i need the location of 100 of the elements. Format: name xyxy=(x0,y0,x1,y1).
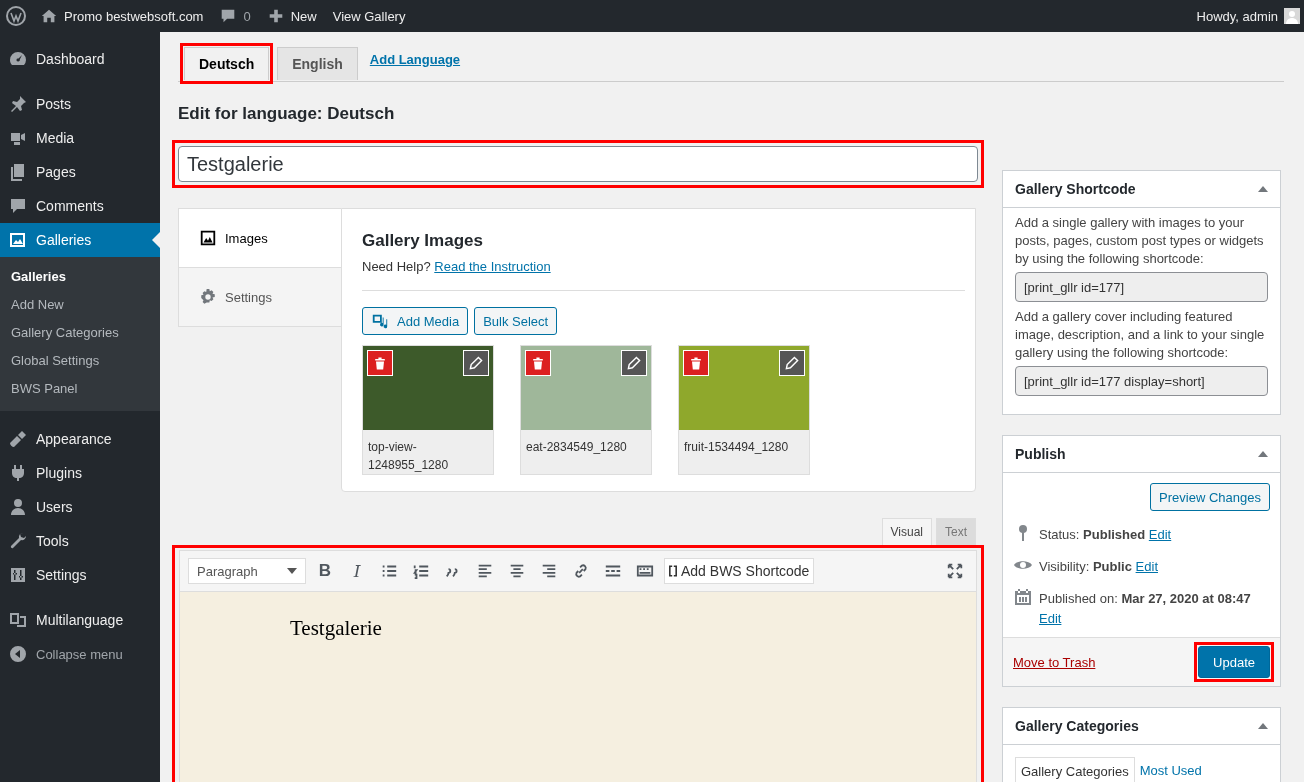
editor-tab[interactable]: Visual xyxy=(881,518,932,545)
publish-detail: Published on: Mar 27, 2020 at 08:47 xyxy=(1039,591,1251,606)
sidebar-item[interactable]: Media xyxy=(0,121,160,155)
shortcode-description: Add a gallery cover including featured image, description, and a link to your single gallery using the following shortcode: xyxy=(1015,308,1266,362)
media-icon xyxy=(371,312,389,330)
edit-link[interactable]: Edit xyxy=(1039,611,1062,626)
translate-icon xyxy=(8,610,28,630)
menu-arrow-icon xyxy=(152,232,160,248)
submenu-item[interactable]: Gallery Categories xyxy=(0,319,160,347)
shortcode-field[interactable]: [print_gllr id=177] xyxy=(1015,272,1268,302)
home-icon xyxy=(40,7,58,25)
edit-link[interactable]: Edit xyxy=(1135,559,1158,574)
sidebar-item[interactable]: Plugins xyxy=(0,456,160,490)
editor-text: Testgalerie xyxy=(290,616,383,641)
picture-icon xyxy=(8,230,28,250)
sidebar-item[interactable]: Posts xyxy=(0,87,160,121)
edit-button[interactable] xyxy=(463,350,489,376)
sliders-icon xyxy=(8,565,28,585)
box-title: Gallery Categories xyxy=(1015,718,1139,734)
language-tab[interactable]: Deutsch xyxy=(184,47,270,80)
italic-button[interactable]: I xyxy=(344,558,370,584)
sidebar-item[interactable]: Settings xyxy=(0,558,160,592)
sidebar-item[interactable]: Pages xyxy=(0,155,160,189)
submenu-item[interactable]: Galleries xyxy=(0,263,160,291)
delete-button[interactable] xyxy=(367,350,393,376)
account-link[interactable]: Howdy, admin xyxy=(1196,8,1300,24)
shortcode-description: Add a single gallery with images to your posts, pages, custom post types or widgets by using the following shortcode: xyxy=(1015,214,1265,268)
trash-icon xyxy=(530,355,546,371)
logo-icon[interactable] xyxy=(6,6,26,26)
align-left-icon xyxy=(476,562,494,580)
image-caption: top-view-1248955_1280 xyxy=(367,439,450,474)
title-field[interactable]: Testgalerie xyxy=(178,146,978,182)
picture-icon xyxy=(199,229,217,247)
brush-icon xyxy=(8,429,28,449)
bulk-select-button[interactable]: Bulk Select xyxy=(474,307,558,335)
pencil-icon xyxy=(468,355,484,371)
avatar-icon xyxy=(1284,8,1300,24)
category-tab[interactable]: Most Used xyxy=(1134,757,1207,782)
add-language-link[interactable]: Add Language xyxy=(369,52,461,67)
link-icon xyxy=(572,562,590,580)
align-right-icon xyxy=(540,562,558,580)
shortcode-button[interactable]: Add BWS Shortcode xyxy=(664,558,815,584)
collapse-icon xyxy=(8,644,28,664)
edit-link[interactable]: Edit xyxy=(1148,527,1172,542)
box-title: Gallery Shortcode xyxy=(1015,181,1136,197)
comments-link[interactable]: 0 xyxy=(219,7,251,25)
edit-button[interactable] xyxy=(779,350,805,376)
sidebar-item[interactable]: Multilanguage xyxy=(0,603,160,637)
sidebar-item[interactable]: Users xyxy=(0,490,160,524)
move-to-trash-link[interactable]: Move to Trash xyxy=(1013,654,1096,670)
collapse-menu-button[interactable]: Collapse menu xyxy=(0,637,160,671)
update-button[interactable]: Update xyxy=(1198,646,1270,678)
bracket-icon xyxy=(669,565,677,577)
sidebar-item[interactable]: Tools xyxy=(0,524,160,558)
language-tab[interactable]: English xyxy=(277,47,358,80)
person-icon xyxy=(8,497,28,517)
image-card[interactable]: fruit-1534494_1280 xyxy=(678,345,810,475)
category-tab[interactable]: Gallery Categories xyxy=(1015,757,1135,782)
toggle-arrow-icon[interactable] xyxy=(1258,186,1268,192)
trash-icon xyxy=(372,355,388,371)
shortcode-field[interactable]: [print_gllr id=177 display=short] xyxy=(1015,366,1268,396)
submenu-item[interactable]: Global Settings xyxy=(0,347,160,375)
gallery-tab[interactable]: Images xyxy=(179,209,341,268)
delete-button[interactable] xyxy=(525,350,551,376)
align-center-icon xyxy=(508,562,526,580)
publish-detail: Visibility: Public xyxy=(1039,559,1132,574)
wrench-icon xyxy=(8,531,28,551)
box-title: Publish xyxy=(1015,446,1066,462)
preview-changes-button[interactable]: Preview Changes xyxy=(1150,483,1270,511)
panel-title: Gallery Images xyxy=(362,231,484,251)
publish-detail: Status: Published xyxy=(1039,527,1146,542)
new-link[interactable]: New xyxy=(266,7,317,25)
sidebar-item[interactable]: Dashboard xyxy=(0,42,160,76)
delete-button[interactable] xyxy=(683,350,709,376)
submenu-item[interactable]: BWS Panel xyxy=(0,375,160,403)
submenu-item[interactable]: Add New xyxy=(0,291,160,319)
gallery-tab[interactable]: Settings xyxy=(179,268,341,326)
help-label: Need Help? xyxy=(362,259,431,274)
add-media-button[interactable]: Add Media xyxy=(362,307,469,335)
pencil-icon xyxy=(784,355,800,371)
format-select[interactable]: Paragraph xyxy=(188,558,306,584)
image-card[interactable]: top-view-1248955_1280 xyxy=(362,345,494,475)
site-link[interactable]: Promo bestwebsoft.com xyxy=(40,7,204,25)
image-card[interactable]: eat-2834549_1280 xyxy=(520,345,652,475)
sidebar-item[interactable]: Galleries xyxy=(0,223,160,257)
bold-button[interactable]: B xyxy=(312,558,338,584)
gear-icon xyxy=(199,288,217,306)
calendar-icon xyxy=(1013,587,1033,607)
page-heading: Edit for language: Deutsch xyxy=(178,104,396,124)
instruction-link[interactable]: Read the Instruction xyxy=(434,259,551,274)
edit-button[interactable] xyxy=(621,350,647,376)
trash-icon xyxy=(688,355,704,371)
sidebar-item[interactable]: Comments xyxy=(0,189,160,223)
toggle-arrow-icon[interactable] xyxy=(1258,723,1268,729)
view-gallery-link[interactable]: View Gallery xyxy=(332,8,406,24)
editor-area[interactable]: Testgalerie xyxy=(179,592,977,782)
caret-icon xyxy=(287,568,297,574)
image-caption: eat-2834549_1280 xyxy=(525,439,628,456)
toggle-arrow-icon[interactable] xyxy=(1258,451,1268,457)
sidebar-item[interactable]: Appearance xyxy=(0,422,160,456)
